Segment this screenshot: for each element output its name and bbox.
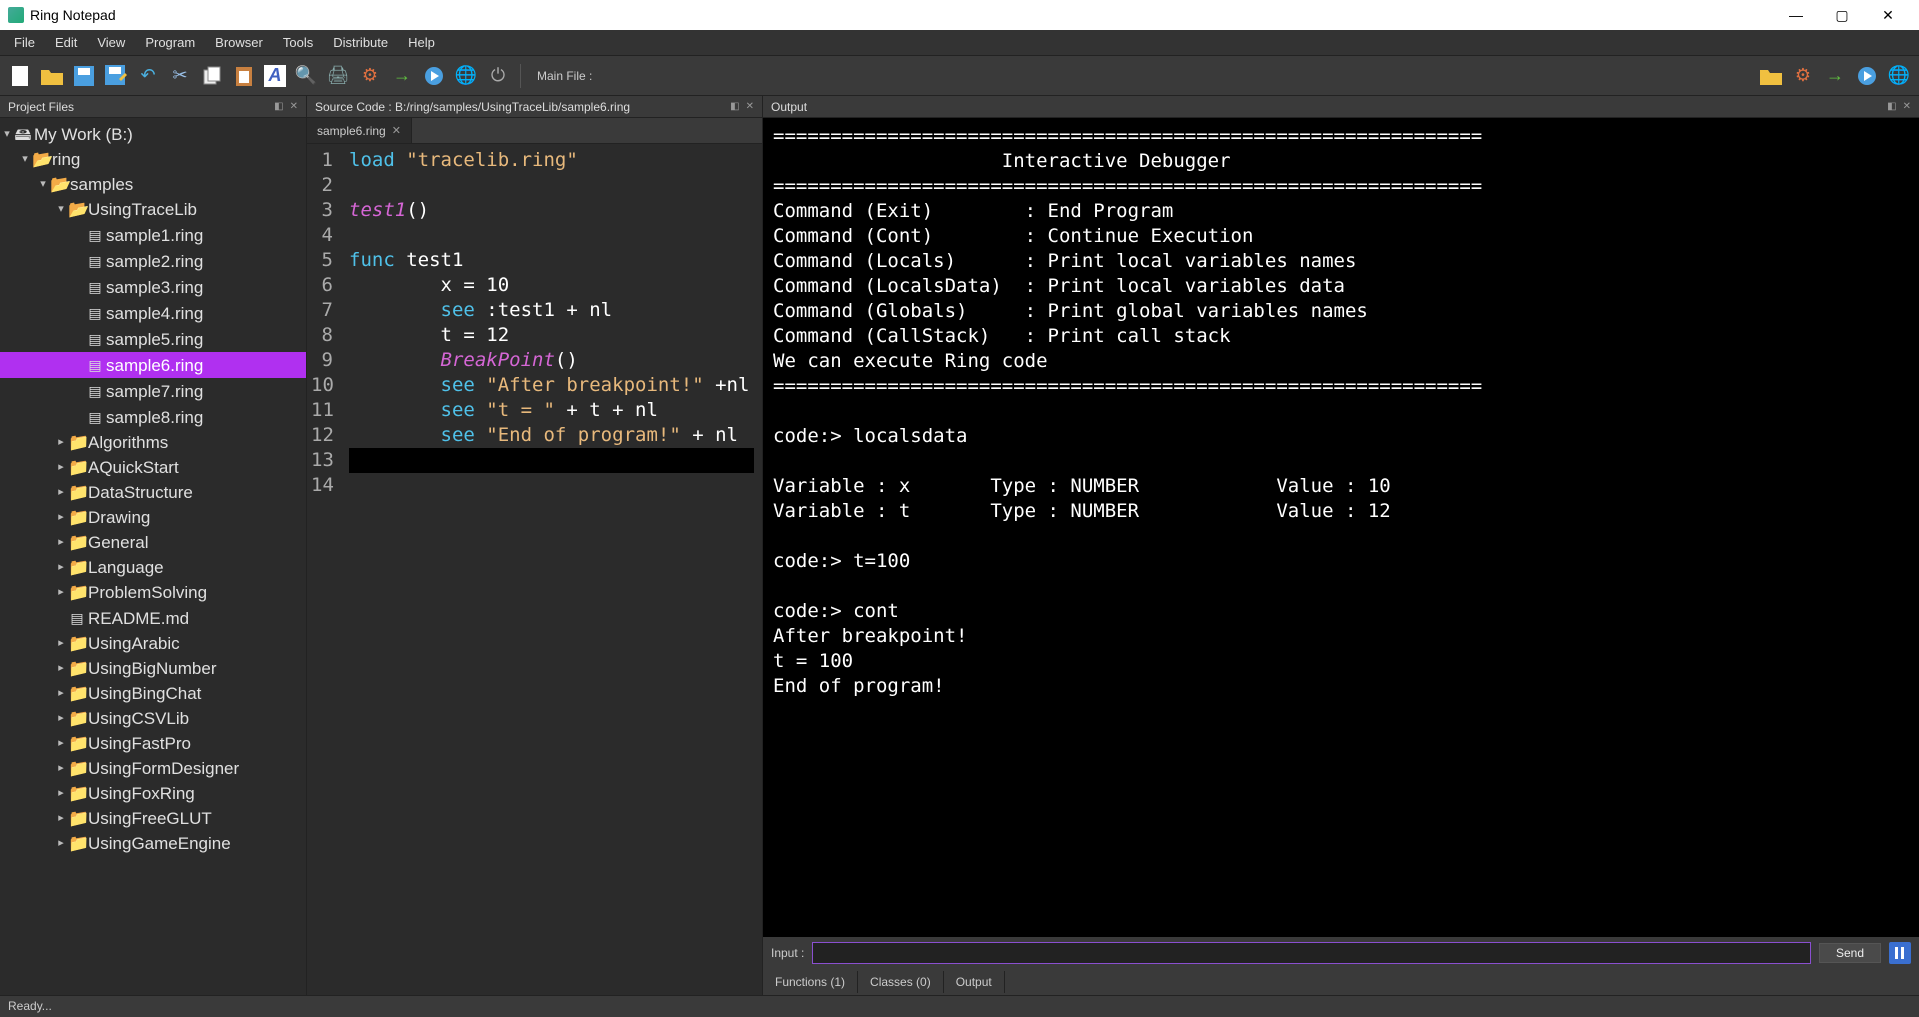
window-title: Ring Notepad xyxy=(30,7,116,23)
tree-folder-datastructure[interactable]: ▸📁DataStructure xyxy=(0,480,306,505)
paste-icon[interactable] xyxy=(232,64,256,88)
output-panel: Output ◧ ✕ ==============================… xyxy=(763,96,1919,995)
tree-root[interactable]: ▾🖴My Work (B:) xyxy=(0,122,306,147)
titlebar: Ring Notepad — ▢ ✕ xyxy=(0,0,1919,30)
play-icon[interactable] xyxy=(422,64,446,88)
tree-file-sample2.ring[interactable]: ▤sample2.ring xyxy=(0,248,306,274)
tree-folder-usinggameengine[interactable]: ▸📁UsingGameEngine xyxy=(0,831,306,856)
tree-folder-general[interactable]: ▸📁General xyxy=(0,530,306,555)
output-panel-title: Output xyxy=(771,100,807,114)
toolbar: ↶ ✂ A 🔍 🖨 ⚙ → 🌐 ⏻ Main File : ⚙ → 🌐 xyxy=(0,56,1919,96)
save-as-icon[interactable] xyxy=(104,64,128,88)
panel-close-icon[interactable]: ✕ xyxy=(746,101,754,112)
tree-file-sample3.ring[interactable]: ▤sample3.ring xyxy=(0,274,306,300)
tree-folder-samples[interactable]: ▾📂samples xyxy=(0,172,306,197)
menu-help[interactable]: Help xyxy=(398,32,445,53)
tab-close-icon[interactable]: ✕ xyxy=(392,124,401,137)
bottom-tabs: Functions (1)Classes (0)Output xyxy=(763,969,1919,995)
play-icon-2[interactable] xyxy=(1855,64,1879,88)
send-button[interactable]: Send xyxy=(1819,943,1881,963)
pause-button[interactable] xyxy=(1889,942,1911,964)
save-icon[interactable] xyxy=(72,64,96,88)
tree-file-sample8.ring[interactable]: ▤sample8.ring xyxy=(0,404,306,430)
panel-close-icon[interactable]: ✕ xyxy=(1903,101,1911,112)
tree-folder-aquickstart[interactable]: ▸📁AQuickStart xyxy=(0,455,306,480)
source-code-panel: Source Code : B:/ring/samples/UsingTrace… xyxy=(307,96,763,995)
minimize-button[interactable]: — xyxy=(1773,0,1819,30)
tree-file-sample4.ring[interactable]: ▤sample4.ring xyxy=(0,300,306,326)
tree-folder-language[interactable]: ▸📁Language xyxy=(0,555,306,580)
tree-file-sample6.ring[interactable]: ▤sample6.ring xyxy=(0,352,306,378)
menubar: FileEditViewProgramBrowserToolsDistribut… xyxy=(0,30,1919,56)
globe-icon-2[interactable]: 🌐 xyxy=(1887,64,1911,88)
tree-folder-ring[interactable]: ▾📂ring xyxy=(0,147,306,172)
statusbar: Ready... xyxy=(0,995,1919,1017)
copy-icon[interactable] xyxy=(200,64,224,88)
run-arrow-icon-2[interactable]: → xyxy=(1823,64,1847,88)
maximize-button[interactable]: ▢ xyxy=(1819,0,1865,30)
tree-file-readme[interactable]: ▤README.md xyxy=(0,605,306,631)
tree-folder-usingarabic[interactable]: ▸📁UsingArabic xyxy=(0,631,306,656)
bottom-tab-output[interactable]: Output xyxy=(944,971,1005,993)
tree-folder-algorithms[interactable]: ▸📁Algorithms xyxy=(0,430,306,455)
tree-folder-usingfoxring[interactable]: ▸📁UsingFoxRing xyxy=(0,781,306,806)
panel-close-icon[interactable]: ✕ xyxy=(290,101,298,112)
main-file-label: Main File : xyxy=(531,69,598,83)
project-panel-title: Project Files xyxy=(8,100,74,114)
find-icon[interactable]: 🔍 xyxy=(294,64,318,88)
bottom-tab-functions[interactable]: Functions (1) xyxy=(763,971,858,993)
file-tree[interactable]: ▾🖴My Work (B:)▾📂ring▾📂samples▾📂UsingTrac… xyxy=(0,118,306,995)
tree-folder-usingbingchat[interactable]: ▸📁UsingBingChat xyxy=(0,681,306,706)
source-panel-title: Source Code : B:/ring/samples/UsingTrace… xyxy=(315,100,630,114)
tree-folder-usingcsvlib[interactable]: ▸📁UsingCSVLib xyxy=(0,706,306,731)
close-button[interactable]: ✕ xyxy=(1865,0,1911,30)
tree-file-sample7.ring[interactable]: ▤sample7.ring xyxy=(0,378,306,404)
tree-folder-usingfreeglut[interactable]: ▸📁UsingFreeGLUT xyxy=(0,806,306,831)
cut-icon[interactable]: ✂ xyxy=(168,64,192,88)
power-icon[interactable]: ⏻ xyxy=(486,64,510,88)
debug-icon[interactable]: ⚙ xyxy=(358,64,382,88)
menu-edit[interactable]: Edit xyxy=(45,32,87,53)
tree-folder-usingtrace[interactable]: ▾📂UsingTraceLib xyxy=(0,197,306,222)
undock-icon[interactable]: ◧ xyxy=(1887,101,1896,112)
menu-browser[interactable]: Browser xyxy=(205,32,273,53)
bottom-tab-classes[interactable]: Classes (0) xyxy=(858,971,944,993)
tree-folder-drawing[interactable]: ▸📁Drawing xyxy=(0,505,306,530)
code-editor[interactable]: load "tracelib.ring" test1() func test1 … xyxy=(341,144,762,995)
globe-icon[interactable]: 🌐 xyxy=(454,64,478,88)
tree-folder-usingformdesigner[interactable]: ▸📁UsingFormDesigner xyxy=(0,756,306,781)
tree-folder-usingfastpro[interactable]: ▸📁UsingFastPro xyxy=(0,731,306,756)
tree-file-sample1.ring[interactable]: ▤sample1.ring xyxy=(0,222,306,248)
editor-tab[interactable]: sample6.ring ✕ xyxy=(307,118,412,143)
undock-icon[interactable]: ◧ xyxy=(274,101,283,112)
new-file-icon[interactable] xyxy=(8,64,32,88)
menu-tools[interactable]: Tools xyxy=(273,32,323,53)
open-folder-icon-2[interactable] xyxy=(1759,64,1783,88)
project-files-panel: Project Files ◧ ✕ ▾🖴My Work (B:)▾📂ring▾📂s… xyxy=(0,96,307,995)
tab-label: sample6.ring xyxy=(317,124,386,138)
tree-file-sample5.ring[interactable]: ▤sample5.ring xyxy=(0,326,306,352)
print-icon[interactable]: 🖨 xyxy=(326,64,350,88)
debug-icon-2[interactable]: ⚙ xyxy=(1791,64,1815,88)
input-label: Input : xyxy=(771,946,804,960)
font-icon[interactable]: A xyxy=(264,65,286,87)
tree-folder-usingbignumber[interactable]: ▸📁UsingBigNumber xyxy=(0,656,306,681)
menu-view[interactable]: View xyxy=(87,32,135,53)
input-field[interactable] xyxy=(812,942,1811,964)
menu-file[interactable]: File xyxy=(4,32,45,53)
open-folder-icon[interactable] xyxy=(40,64,64,88)
tree-folder-problemsolving[interactable]: ▸📁ProblemSolving xyxy=(0,580,306,605)
line-numbers: 1234567891011121314 xyxy=(307,144,341,995)
output-console: ========================================… xyxy=(763,118,1919,937)
menu-program[interactable]: Program xyxy=(135,32,205,53)
undo-icon[interactable]: ↶ xyxy=(136,64,160,88)
app-icon xyxy=(8,7,24,23)
undock-icon[interactable]: ◧ xyxy=(730,101,739,112)
menu-distribute[interactable]: Distribute xyxy=(323,32,398,53)
run-arrow-icon[interactable]: → xyxy=(390,64,414,88)
